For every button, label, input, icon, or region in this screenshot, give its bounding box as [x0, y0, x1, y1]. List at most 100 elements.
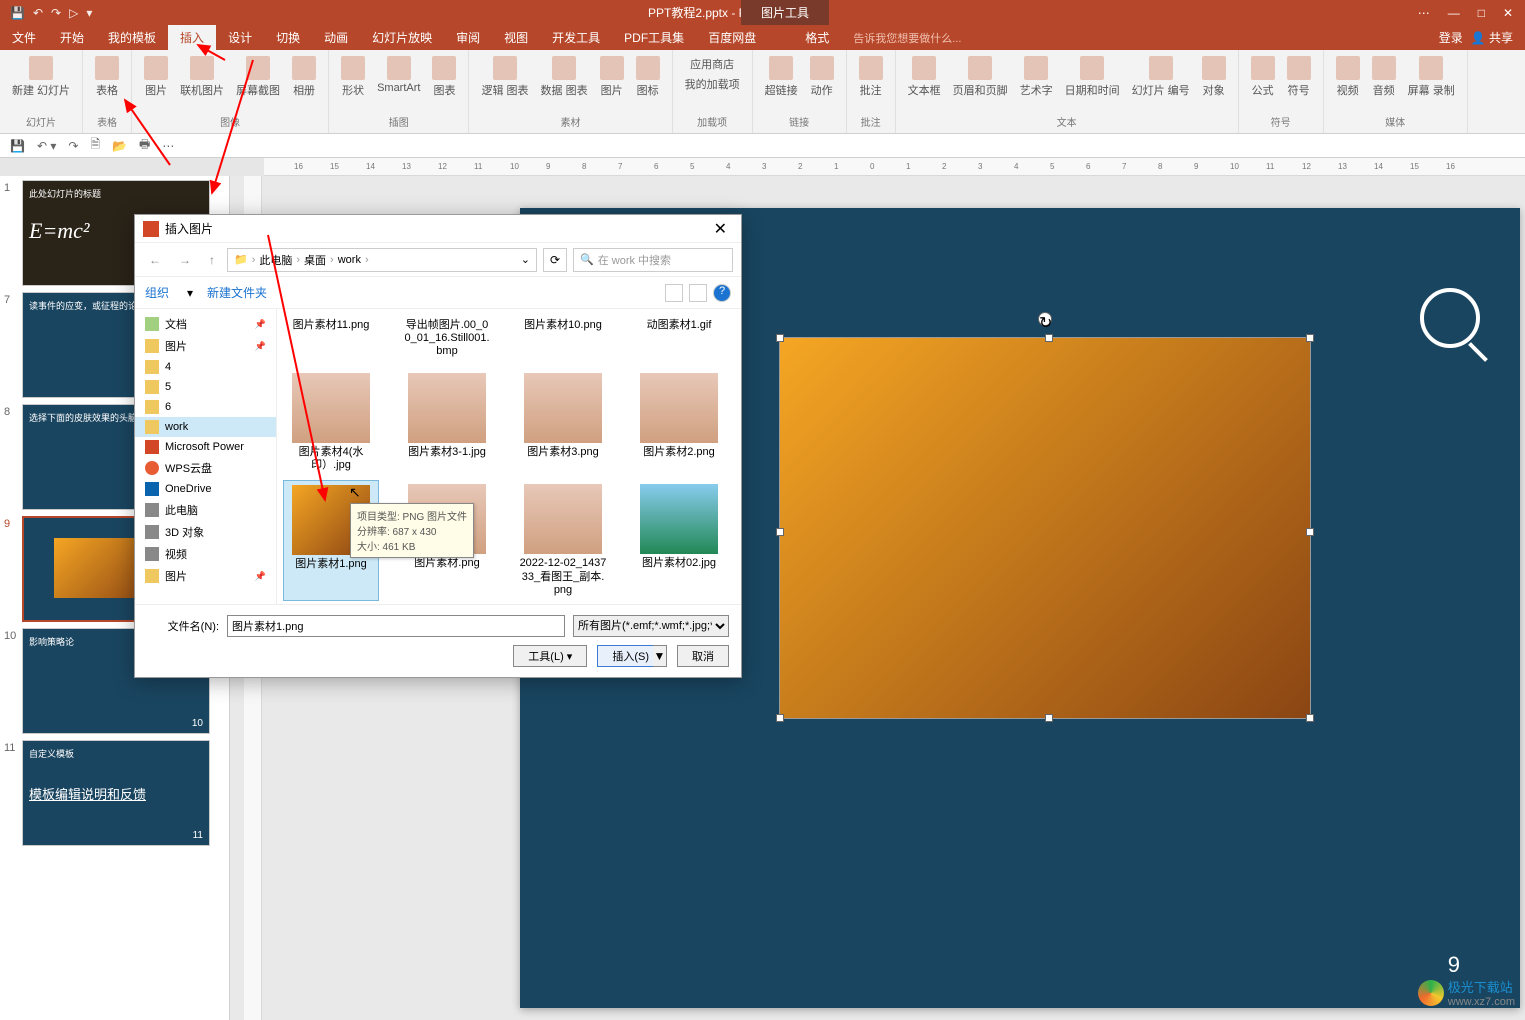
cancel-button[interactable]: 取消: [677, 645, 729, 667]
path-dropdown-icon[interactable]: ⌄: [521, 253, 530, 266]
resize-handle-w[interactable]: [776, 528, 784, 536]
sidebar-item[interactable]: 文档📌: [135, 313, 276, 335]
sidebar-item[interactable]: work: [135, 417, 276, 437]
tab-transition[interactable]: 切换: [264, 25, 312, 50]
nav-back-button[interactable]: ←: [143, 251, 167, 269]
tab-design[interactable]: 设计: [216, 25, 264, 50]
file-item[interactable]: 图片素材11.png: [283, 315, 379, 365]
material-pic-button[interactable]: 图片: [594, 54, 630, 112]
sidebar-item[interactable]: Microsoft Power: [135, 437, 276, 457]
object-button[interactable]: 对象: [1196, 54, 1232, 112]
dialog-titlebar[interactable]: 插入图片 ✕: [135, 215, 741, 243]
file-item[interactable]: 图片素材3-1.jpg: [399, 369, 495, 476]
pin-icon[interactable]: 📌: [255, 341, 266, 352]
smartart-button[interactable]: SmartArt: [371, 54, 426, 112]
action-button[interactable]: 动作: [804, 54, 840, 112]
resize-handle-n[interactable]: [1045, 334, 1053, 342]
sidebar-item[interactable]: 6: [135, 397, 276, 417]
resize-handle-e[interactable]: [1306, 528, 1314, 536]
slide-thumb[interactable]: 11自定义模板模板编辑说明和反馈11: [4, 740, 225, 846]
view-list-icon[interactable]: [689, 284, 707, 302]
video-button[interactable]: 视频: [1330, 54, 1366, 112]
shape-button[interactable]: 形状: [335, 54, 371, 112]
newfolder-button[interactable]: 新建文件夹: [207, 284, 267, 301]
undo-icon[interactable]: ↶: [33, 6, 43, 20]
dialog-sidebar[interactable]: 文档📌图片📌456workMicrosoft PowerWPS云盘OneDriv…: [135, 309, 277, 604]
pin-icon[interactable]: 📌: [255, 571, 266, 582]
help-icon[interactable]: ?: [713, 284, 731, 302]
qat-more-icon[interactable]: ▾: [86, 6, 92, 20]
new-icon[interactable]: 🗎: [90, 135, 100, 156]
sidebar-item[interactable]: 图片📌: [135, 565, 276, 587]
chart-button[interactable]: 图表: [426, 54, 462, 112]
breadcrumb-work[interactable]: work: [338, 254, 361, 266]
rotate-handle[interactable]: ↻: [1038, 312, 1052, 326]
slidenum-button[interactable]: 幻灯片 编号: [1126, 54, 1196, 112]
file-item[interactable]: 图片素材4(水印）.jpg: [283, 369, 379, 476]
tab-baidu[interactable]: 百度网盘: [696, 25, 768, 50]
close-icon[interactable]: ✕: [1503, 6, 1513, 20]
file-item[interactable]: 动图素材1.gif: [631, 315, 727, 365]
redo-icon-2[interactable]: ↷: [68, 139, 78, 153]
breadcrumb-desktop[interactable]: 桌面: [304, 252, 326, 268]
comment-button[interactable]: 批注: [853, 54, 889, 112]
tab-file[interactable]: 文件: [0, 25, 48, 50]
textbox-button[interactable]: 文本框: [902, 54, 947, 112]
filename-input[interactable]: [227, 615, 565, 637]
tab-pdf[interactable]: PDF工具集: [612, 25, 696, 50]
resize-handle-se[interactable]: [1306, 714, 1314, 722]
sidebar-item[interactable]: 4: [135, 357, 276, 377]
tell-me-input[interactable]: 告诉我您想要做什么...: [841, 30, 961, 46]
filetype-select[interactable]: 所有图片(*.emf;*.wmf;*.jpg;*.ji: [573, 615, 729, 637]
logic-chart-button[interactable]: 逻辑 图表: [475, 54, 534, 112]
tab-developer[interactable]: 开发工具: [540, 25, 612, 50]
sidebar-item[interactable]: 5: [135, 377, 276, 397]
tab-home[interactable]: 开始: [48, 25, 96, 50]
start-icon[interactable]: ▷: [69, 6, 78, 20]
file-item[interactable]: 图片素材10.png: [515, 315, 611, 365]
share-button[interactable]: 👤 共享: [1471, 29, 1513, 46]
tab-review[interactable]: 审阅: [444, 25, 492, 50]
tab-format[interactable]: 格式: [793, 25, 841, 50]
sidebar-item[interactable]: 视频: [135, 543, 276, 565]
file-item[interactable]: 图片素材02.jpg: [631, 480, 727, 601]
open-icon[interactable]: 📂: [112, 139, 127, 153]
sidebar-item[interactable]: OneDrive: [135, 479, 276, 499]
view-large-icon[interactable]: [665, 284, 683, 302]
new-slide-button[interactable]: 新建 幻灯片: [6, 54, 76, 112]
save-icon-2[interactable]: 💾: [10, 139, 25, 153]
hyperlink-button[interactable]: 超链接: [759, 54, 804, 112]
pin-icon[interactable]: 📌: [255, 319, 266, 330]
login-button[interactable]: 登录: [1439, 29, 1463, 46]
headerfooter-button[interactable]: 页眉和页脚: [947, 54, 1014, 112]
screenrec-button[interactable]: 屏幕 录制: [1402, 54, 1461, 112]
tools-button[interactable]: 工具(L) ▾: [513, 645, 587, 667]
file-item[interactable]: 导出帧图片.00_00_01_16.Still001.bmp: [399, 315, 495, 365]
file-item[interactable]: 2022-12-02_143733_看图王_副本.png: [515, 480, 611, 601]
tab-animation[interactable]: 动画: [312, 25, 360, 50]
restore-icon[interactable]: □: [1478, 6, 1485, 20]
refresh-button[interactable]: ⟳: [543, 248, 567, 272]
search-input[interactable]: 🔍 在 work 中搜索: [573, 248, 733, 272]
save-icon[interactable]: 💾: [10, 6, 25, 20]
file-list[interactable]: 图片素材11.png 导出帧图片.00_00_01_16.Still001.bmp…: [277, 309, 741, 604]
more-icon[interactable]: ⋯: [162, 139, 174, 153]
ribbon-options-icon[interactable]: ⋯: [1418, 6, 1430, 20]
organize-button[interactable]: 组织: [145, 284, 169, 301]
audio-button[interactable]: 音频: [1366, 54, 1402, 112]
resize-handle-ne[interactable]: [1306, 334, 1314, 342]
picture-button[interactable]: 图片: [138, 54, 174, 112]
data-chart-button[interactable]: 数据 图表: [535, 54, 594, 112]
symbol-button[interactable]: 符号: [1281, 54, 1317, 112]
minimize-icon[interactable]: —: [1448, 6, 1460, 20]
equation-button[interactable]: 公式: [1245, 54, 1281, 112]
sidebar-item[interactable]: 3D 对象: [135, 521, 276, 543]
resize-handle-nw[interactable]: [776, 334, 784, 342]
myaddin-button[interactable]: 我的加载项: [679, 74, 746, 94]
resize-handle-sw[interactable]: [776, 714, 784, 722]
sidebar-item[interactable]: 图片📌: [135, 335, 276, 357]
selected-image[interactable]: ↻: [780, 338, 1310, 718]
undo-icon-2[interactable]: ↶ ▾: [37, 139, 56, 153]
file-item[interactable]: 图片素材3.png: [515, 369, 611, 476]
appstore-button[interactable]: 应用商店: [679, 54, 746, 74]
